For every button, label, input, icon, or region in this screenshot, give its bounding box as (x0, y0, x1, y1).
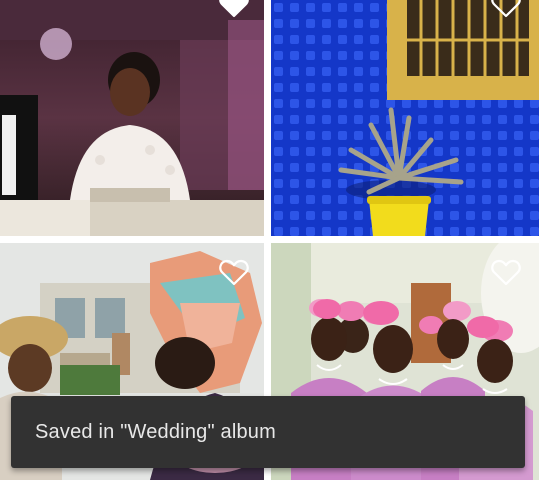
snackbar: Saved in "Wedding" album (11, 396, 525, 468)
photo-tile-agave[interactable] (271, 0, 539, 236)
photo-bride-image (0, 0, 264, 236)
photo-agave-image (271, 0, 539, 236)
heart-outline-icon[interactable] (219, 258, 249, 286)
photo-tile-bride[interactable] (0, 0, 264, 236)
heart-outline-icon[interactable] (491, 0, 521, 18)
heart-outline-icon[interactable] (219, 0, 249, 18)
snackbar-message: Saved in "Wedding" album (35, 420, 276, 443)
heart-outline-icon[interactable] (491, 258, 521, 286)
photo-gallery: Saved in "Wedding" album (0, 0, 539, 480)
